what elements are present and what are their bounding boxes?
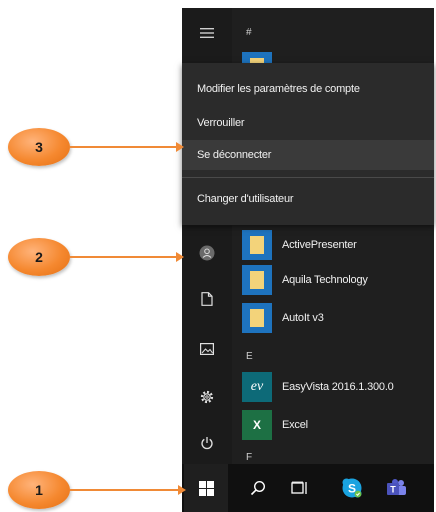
callout-3-arrow — [70, 146, 177, 148]
change-account-settings-item[interactable]: Modifier les paramètres de compte — [182, 74, 434, 104]
windows-start-button[interactable] — [184, 464, 228, 512]
folder-icon — [250, 309, 264, 327]
app-item-activepresenter[interactable]: ActivePresenter — [242, 230, 357, 260]
app-label: AutoIt v3 — [282, 312, 324, 324]
app-label: ActivePresenter — [282, 239, 357, 251]
folder-icon — [250, 236, 264, 254]
excel-icon: X — [242, 410, 272, 440]
app-label: Excel — [282, 419, 308, 431]
search-icon — [250, 480, 266, 496]
documents-icon[interactable] — [182, 284, 232, 314]
menu-divider — [182, 177, 434, 178]
callout-2-arrowhead — [176, 252, 184, 262]
account-menu: Modifier les paramètres de compte Verrou… — [182, 63, 434, 225]
teams-button[interactable]: T — [376, 464, 416, 512]
section-letter-f[interactable]: F — [246, 452, 252, 463]
windows-logo-icon — [198, 480, 214, 496]
search-button[interactable] — [238, 464, 278, 512]
folder-icon — [250, 271, 264, 289]
easyvista-icon: ev — [242, 372, 272, 402]
taskbar: S T — [182, 464, 434, 512]
task-view-button[interactable] — [280, 464, 320, 512]
app-item-autoit[interactable]: AutoIt v3 — [242, 303, 324, 333]
pictures-icon[interactable] — [182, 334, 232, 364]
callout-2-arrow — [70, 256, 177, 258]
app-item-excel[interactable]: X Excel — [242, 410, 308, 440]
app-label: EasyVista 2016.1.300.0 — [282, 381, 394, 393]
svg-text:T: T — [390, 485, 396, 495]
callout-3: 3 — [8, 128, 70, 166]
callout-1-arrow — [70, 489, 179, 491]
skype-button[interactable]: S — [332, 464, 372, 512]
callout-2: 2 — [8, 238, 70, 276]
callout-3-arrowhead — [176, 142, 184, 152]
app-label: Aquila Technology — [282, 274, 368, 286]
callout-1-arrowhead — [178, 485, 186, 495]
settings-gear-icon[interactable] — [182, 382, 232, 412]
skype-icon: S — [342, 478, 362, 498]
teams-icon: T — [387, 479, 406, 495]
user-avatar-icon[interactable] — [182, 238, 232, 268]
app-item-aquila-technology[interactable]: Aquila Technology — [242, 265, 368, 295]
lock-item[interactable]: Verrouiller — [182, 108, 434, 138]
callout-1: 1 — [8, 471, 70, 509]
app-item-easyvista[interactable]: ev EasyVista 2016.1.300.0 — [242, 372, 394, 402]
power-icon[interactable] — [182, 428, 232, 458]
section-letter-hash[interactable]: # — [246, 27, 252, 38]
switch-user-item[interactable]: Changer d'utilisateur — [182, 184, 434, 214]
section-letter-e[interactable]: E — [246, 351, 253, 362]
task-view-icon — [291, 481, 307, 494]
sign-out-item[interactable]: Se déconnecter — [182, 140, 434, 170]
hamburger-menu-icon[interactable] — [182, 18, 232, 48]
